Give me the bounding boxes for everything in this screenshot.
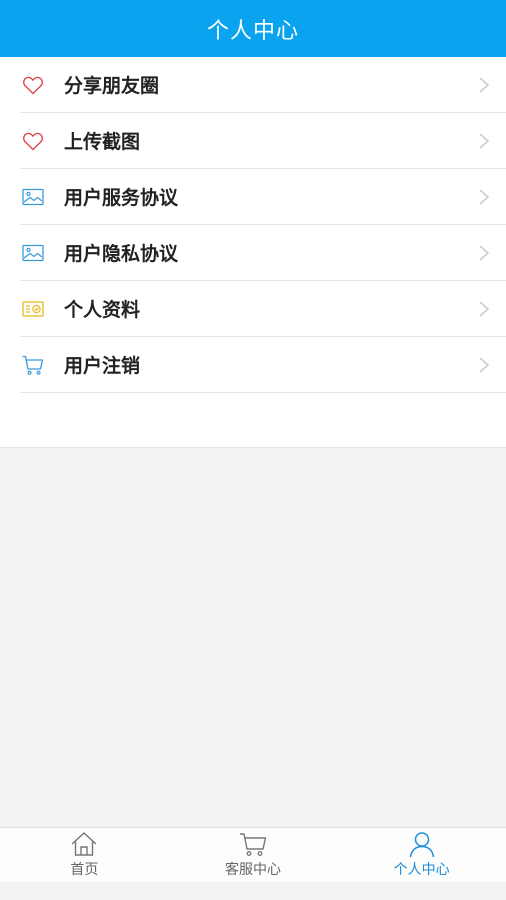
menu-item-cancel-account[interactable]: 用户注销 — [20, 337, 506, 393]
tab-label: 客服中心 — [225, 862, 281, 878]
tab-label: 首页 — [70, 862, 99, 878]
heart-icon — [20, 72, 46, 98]
cart-icon — [240, 833, 267, 856]
user-icon — [409, 832, 434, 858]
menu-item-label: 用户隐私协议 — [64, 243, 179, 265]
tab-home[interactable]: 首页 — [0, 828, 169, 883]
page-title: 个人中心 — [206, 18, 299, 44]
chevron-right-icon — [479, 76, 490, 93]
cart-icon — [20, 352, 46, 378]
bottom-tab-bar: 首页 客服中心 个人中心 — [0, 827, 506, 883]
settings-menu: 分享朋友圈 上传截图 用户服务协议 用户隐私协议 个人资料 用户注销 — [0, 57, 506, 448]
tab-profile[interactable]: 个人中心 — [337, 828, 506, 883]
system-navigation-bar — [0, 882, 506, 900]
menu-item-upload-screenshot[interactable]: 上传截图 — [20, 113, 506, 169]
id-card-icon — [20, 296, 46, 322]
page-header: 个人中心 — [0, 0, 506, 57]
chevron-right-icon — [479, 300, 490, 317]
menu-item-label: 分享朋友圈 — [64, 75, 160, 97]
menu-item-label: 用户服务协议 — [64, 187, 179, 209]
tab-label: 个人中心 — [393, 862, 450, 878]
home-icon — [71, 832, 97, 856]
chevron-right-icon — [479, 132, 490, 149]
image-icon — [20, 184, 46, 210]
menu-item-service-agreement[interactable]: 用户服务协议 — [20, 169, 506, 225]
chevron-right-icon — [479, 244, 490, 261]
menu-item-profile[interactable]: 个人资料 — [20, 281, 506, 337]
menu-item-label: 上传截图 — [64, 131, 141, 153]
chevron-right-icon — [479, 356, 490, 373]
tab-customer-service[interactable]: 客服中心 — [169, 828, 338, 883]
menu-item-label: 用户注销 — [64, 355, 141, 377]
menu-item-share-moments[interactable]: 分享朋友圈 — [20, 57, 506, 113]
menu-item-privacy-agreement[interactable]: 用户隐私协议 — [20, 225, 506, 281]
menu-item-label: 个人资料 — [64, 299, 141, 321]
chevron-right-icon — [479, 188, 490, 205]
heart-icon — [20, 128, 46, 154]
image-icon — [20, 240, 46, 266]
